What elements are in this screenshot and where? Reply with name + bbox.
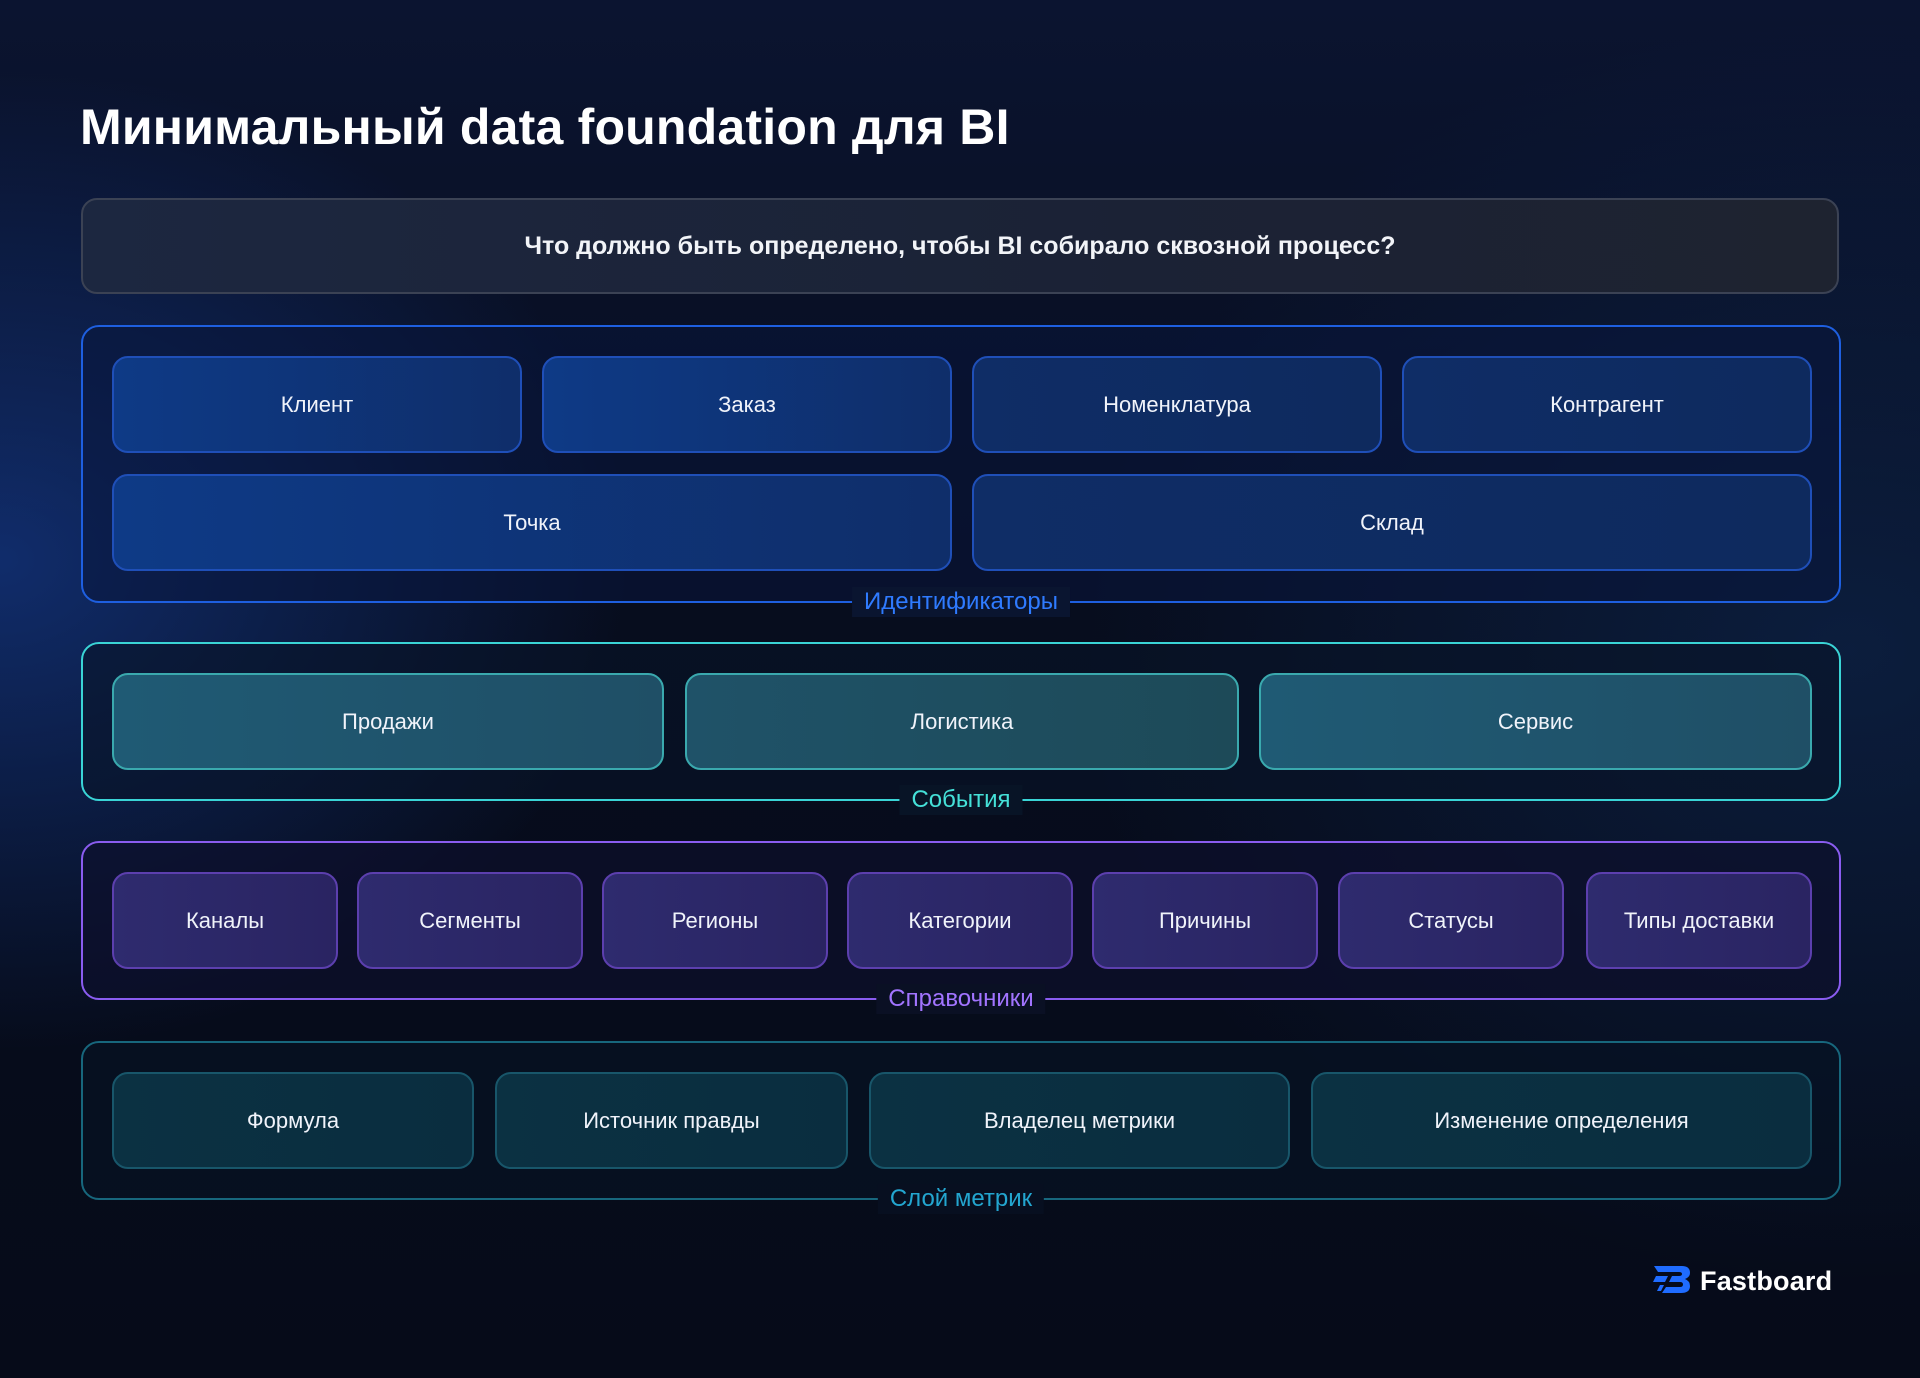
dictionary-label: Регионы (671, 907, 759, 933)
dictionary-box: Регионы (602, 872, 828, 969)
question-text: Что должно быть определено, чтобы BI соб… (524, 231, 1396, 260)
dictionary-label: Сегменты (419, 907, 521, 933)
metric-label: Формула (246, 1107, 340, 1133)
identifier-label: Склад (1360, 509, 1424, 535)
metric-box: Формула (112, 1072, 474, 1169)
question-banner: Что должно быть определено, чтобы BI соб… (81, 198, 1839, 294)
dictionary-box: Причины (1092, 872, 1318, 969)
identifier-box: Склад (972, 474, 1812, 571)
events-group-label: События (899, 785, 1023, 815)
identifier-label: Точка (503, 509, 561, 535)
dictionary-box: Каналы (112, 872, 338, 969)
dictionary-label: Категории (908, 907, 1012, 933)
metric-label: Изменение определения (1434, 1107, 1689, 1133)
identifier-box: Клиент (112, 356, 522, 453)
identifier-box: Точка (112, 474, 952, 571)
metric-label: Владелец метрики (983, 1107, 1176, 1133)
dictionary-label: Типы доставки (1623, 907, 1775, 933)
metrics-group-label: Слой метрик (877, 1184, 1045, 1214)
dictionary-label: Статусы (1408, 907, 1494, 933)
event-label: Логистика (910, 708, 1014, 734)
dictionaries-group-label: Справочники (876, 984, 1046, 1014)
brand-name: Fastboard (1700, 1266, 1833, 1296)
dictionary-box: Сегменты (357, 872, 583, 969)
event-label: Продажи (342, 708, 434, 734)
metric-box: Изменение определения (1311, 1072, 1812, 1169)
metric-box: Владелец метрики (869, 1072, 1290, 1169)
dictionary-box: Статусы (1338, 872, 1564, 969)
event-box: Продажи (112, 673, 664, 770)
event-box: Логистика (685, 673, 1239, 770)
identifier-box: Номенклатура (972, 356, 1382, 453)
identifier-label: Клиент (280, 391, 354, 417)
fastboard-logo-icon (1652, 1263, 1692, 1300)
identifiers-group: Клиент Заказ Номенклатура Контрагент Точ… (81, 325, 1841, 617)
identifier-box: Контрагент (1402, 356, 1812, 453)
metric-box: Источник правды (495, 1072, 848, 1169)
dictionaries-group: Каналы Сегменты Регионы Категории Причин… (81, 841, 1841, 1014)
identifiers-group-label: Идентификаторы (852, 587, 1070, 617)
page-title: Минимальный data foundation для BI (80, 99, 1010, 155)
identifier-label: Номенклатура (1103, 391, 1251, 417)
metrics-group: Формула Источник правды Владелец метрики… (81, 1041, 1841, 1214)
metric-label: Источник правды (583, 1107, 760, 1133)
event-label: Сервис (1497, 708, 1574, 734)
event-box: Сервис (1259, 673, 1812, 770)
brand-logo: Fastboard (1652, 1263, 1832, 1300)
dictionary-box: Категории (847, 872, 1073, 969)
dictionary-box: Типы доставки (1586, 872, 1812, 969)
dictionary-label: Каналы (185, 907, 265, 933)
identifier-label: Контрагент (1550, 391, 1664, 417)
events-group: Продажи Логистика Сервис События (81, 642, 1841, 815)
identifier-label: Заказ (718, 391, 776, 417)
identifier-box: Заказ (542, 356, 952, 453)
dictionary-label: Причины (1158, 907, 1252, 933)
